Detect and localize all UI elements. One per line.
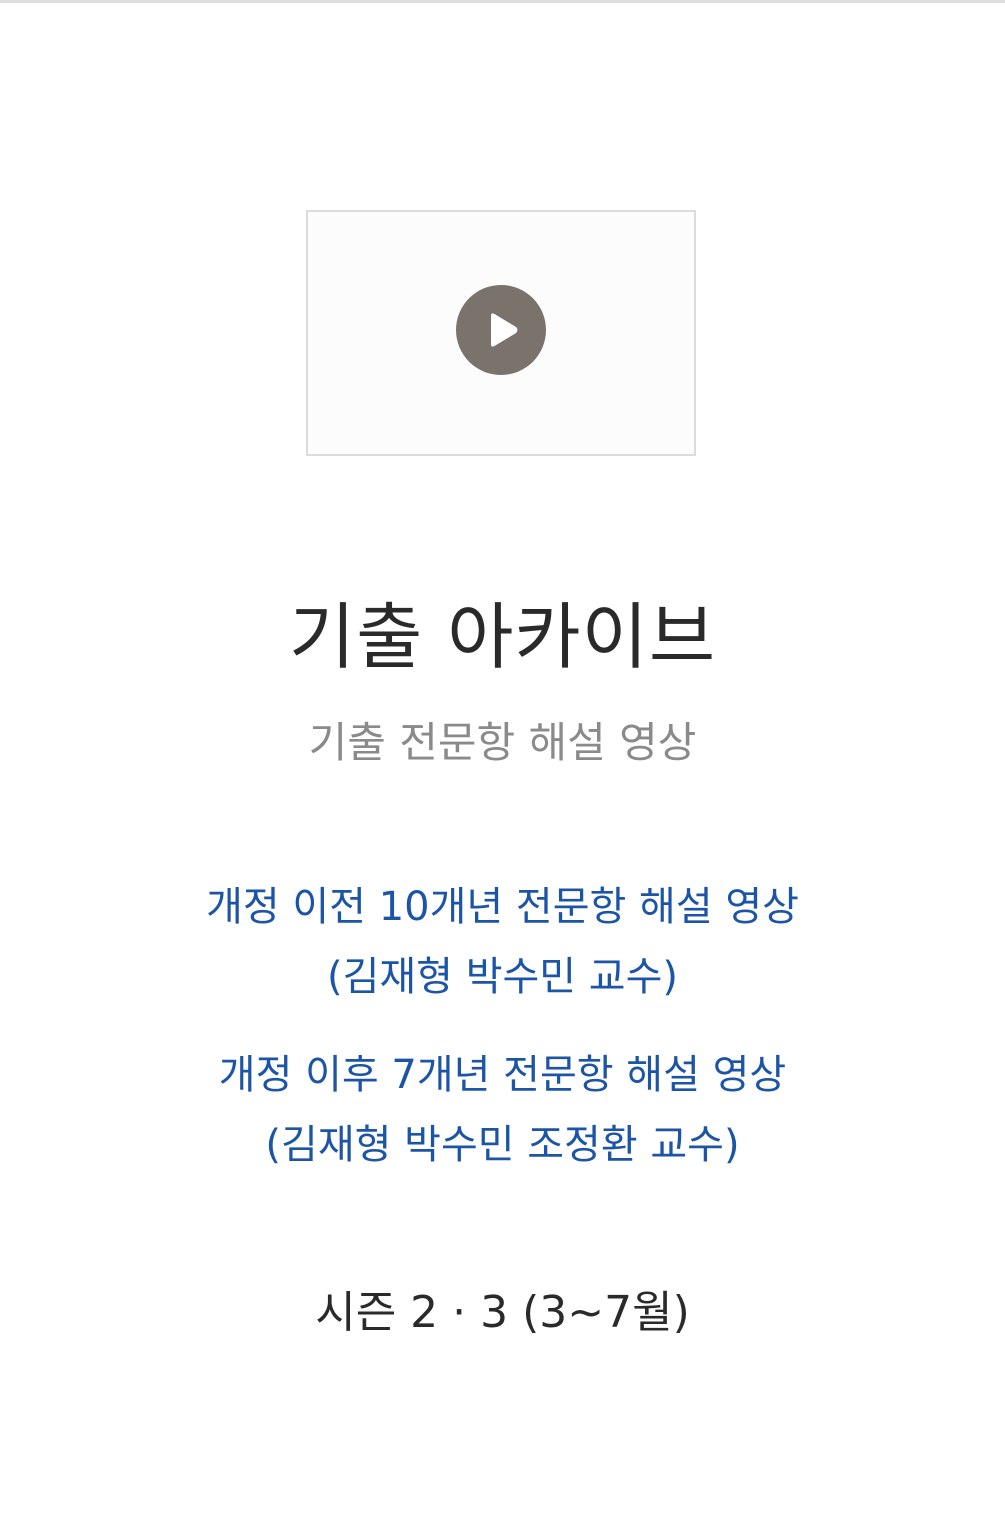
link-post-revision-line2: (김재형 박수민 조정환 교수): [265, 1122, 740, 1168]
link-pre-revision-videos[interactable]: 개정 이전 10개년 전문항 해설 영상 (김재형 박수민 교수): [0, 872, 1005, 1012]
play-button[interactable]: [456, 285, 546, 375]
link-post-revision-videos[interactable]: 개정 이후 7개년 전문항 해설 영상 (김재형 박수민 조정환 교수): [0, 1040, 1005, 1180]
season-label: 시즌 2 · 3 (3~7월): [315, 1287, 690, 1338]
page-title: 기출 아카이브: [288, 595, 717, 679]
page-subtitle: 기출 전문항 해설 영상: [308, 718, 697, 767]
link-post-revision-line1: 개정 이후 7개년 전문항 해설 영상: [218, 1052, 787, 1098]
play-icon: [491, 313, 518, 347]
top-divider: [0, 0, 1005, 3]
video-thumbnail[interactable]: [306, 210, 696, 456]
link-pre-revision-line2: (김재형 박수민 교수): [326, 954, 679, 1000]
link-pre-revision-line1: 개정 이전 10개년 전문항 해설 영상: [206, 884, 799, 930]
